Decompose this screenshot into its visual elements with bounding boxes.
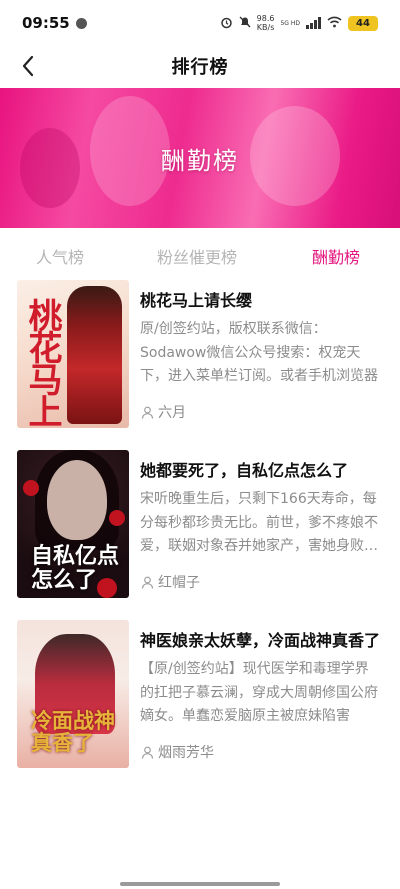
book-description: 【原/创签约站】现代医学和毒理学界的扛把子慕云澜，穿成大周朝修国公府嫡女。单蠢恋… (140, 661, 378, 724)
user-icon (140, 405, 154, 419)
cover-title: 桃花马上 (22, 298, 62, 426)
chevron-left-icon (22, 55, 34, 77)
message-notification-icon (75, 17, 87, 29)
page-title: 排行榜 (171, 57, 229, 78)
battery-indicator: 44 (348, 15, 378, 31)
tab-popularity[interactable]: 人气榜 (36, 244, 84, 268)
author-name: 红帽子 (158, 575, 200, 591)
book-author: 红帽子 (140, 572, 200, 592)
ranking-tabs: 人气榜 粉丝催更榜 酬勤榜 (0, 232, 400, 276)
list-item[interactable]: 桃花马上 桃花马上请长缨 原/创签约站，版权联系微信：Sodawow微信公众号搜… (0, 280, 400, 430)
author-name: 烟雨芳华 (158, 745, 214, 761)
book-title[interactable]: 神医娘亲太妖孽，冷面战神真香了 (140, 627, 388, 651)
book-cover[interactable]: 冷面战神真香了 (17, 620, 129, 768)
book-cover[interactable]: 桃花马上 (17, 280, 129, 428)
book-title[interactable]: 桃花马上请长缨 (140, 287, 388, 311)
user-icon (140, 745, 154, 759)
rose-decoration (23, 480, 39, 496)
network-type: 5G HD (280, 20, 300, 27)
status-bar: 09:55 98.6 KB/s 5G HD 44 (0, 0, 400, 46)
banner-title: 酬勤榜 (161, 147, 239, 175)
book-description: 宋听晚重生后，只剩下166天寿命，每分每秒都珍贵无比。前世，爹不疼娘不爱，联姻对… (140, 491, 378, 554)
tab-fan-update-requests[interactable]: 粉丝催更榜 (157, 244, 237, 268)
ranking-banner: 酬勤榜 (0, 88, 400, 228)
status-time: 09:55 (22, 14, 70, 32)
cover-figure (47, 460, 107, 540)
book-author: 六月 (140, 402, 186, 422)
nav-bar: 排行榜 (0, 46, 400, 86)
network-speed: 98.6 KB/s (257, 14, 275, 32)
mute-icon (239, 16, 251, 30)
cover-figure (67, 286, 122, 424)
network-type-label: 5G HD (280, 19, 300, 27)
user-icon (140, 575, 154, 589)
book-author: 烟雨芳华 (140, 742, 214, 762)
home-indicator[interactable] (120, 882, 280, 886)
signal-icon (306, 17, 321, 29)
book-description: 原/创签约站，版权联系微信：Sodawow微信公众号搜索：权宠天下，进入菜单栏订… (140, 321, 378, 384)
cover-title: 冷面战神真香了 (31, 708, 115, 755)
tab-reward[interactable]: 酬勤榜 (312, 244, 360, 268)
network-speed-value: 98.6 (256, 14, 275, 23)
list-item[interactable]: 自私亿点怎么了 她都要死了，自私亿点怎么了 宋听晚重生后，只剩下166天寿命，每… (0, 450, 400, 600)
book-cover[interactable]: 自私亿点怎么了 (17, 450, 129, 598)
network-speed-unit: KB/s (256, 23, 275, 32)
alarm-icon (220, 16, 233, 31)
status-icons: 98.6 KB/s 5G HD 44 (220, 14, 378, 32)
book-title[interactable]: 她都要死了，自私亿点怎么了 (140, 457, 388, 481)
rose-decoration (109, 510, 125, 526)
back-button[interactable] (14, 52, 42, 80)
list-item[interactable]: 冷面战神真香了 神医娘亲太妖孽，冷面战神真香了 【原/创签约站】现代医学和毒理学… (0, 620, 400, 770)
author-name: 六月 (158, 405, 186, 421)
wifi-icon (327, 16, 342, 30)
cover-title: 自私亿点怎么了 (31, 543, 120, 593)
